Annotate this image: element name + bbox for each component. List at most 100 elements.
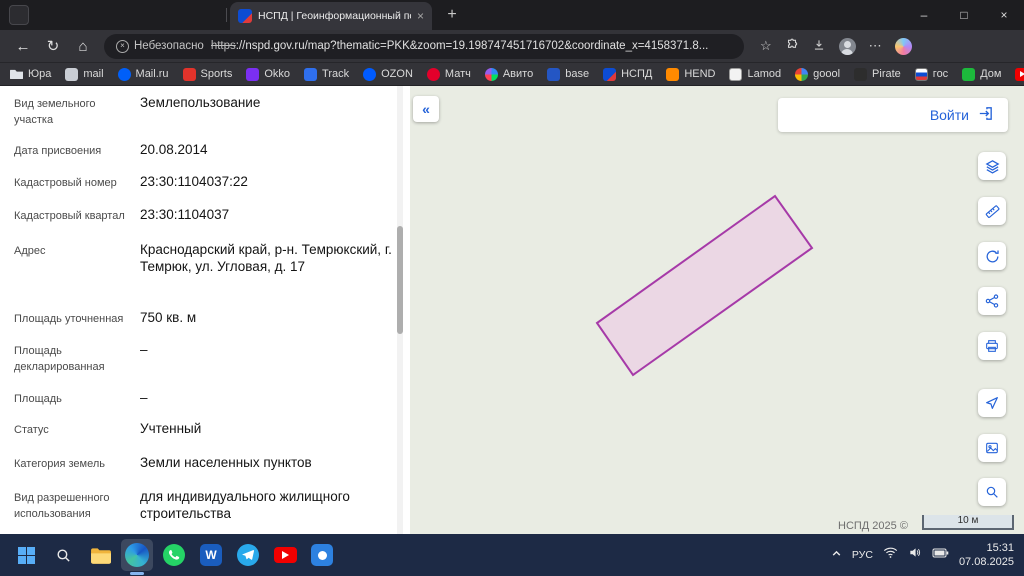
downloads-icon[interactable] xyxy=(812,38,826,55)
ruler-button[interactable] xyxy=(978,197,1006,225)
youtube-app-button[interactable] xyxy=(269,539,301,571)
parcel-layer xyxy=(410,86,1024,534)
new-tab-button[interactable]: + xyxy=(438,0,466,30)
share-button[interactable] xyxy=(978,287,1006,315)
network-icon[interactable] xyxy=(883,546,898,564)
refresh-icon[interactable]: ↻ xyxy=(40,33,66,59)
clock-time: 15:31 xyxy=(986,541,1014,555)
bookmark-favicon xyxy=(427,68,440,81)
taskbar-search-button[interactable] xyxy=(47,539,79,571)
bookmark-favicon xyxy=(1015,68,1024,81)
maximize-button[interactable]: □ xyxy=(944,0,984,30)
row-value: – xyxy=(140,389,392,406)
login-icon xyxy=(977,105,994,125)
bookmark-label: Sports xyxy=(201,68,233,80)
blue-app-button[interactable] xyxy=(306,539,338,571)
whatsapp-icon xyxy=(162,543,186,567)
bookmark-item[interactable]: Авито xyxy=(485,68,533,81)
address-bar[interactable]: × Небезопасно https://nspd.gov.ru/map?th… xyxy=(104,34,744,59)
bookmark-item[interactable]: Lamod xyxy=(729,68,781,81)
home-icon[interactable]: ⌂ xyxy=(70,33,96,59)
bookmark-label: mail xyxy=(83,68,103,80)
bookmark-item[interactable]: OZON xyxy=(363,68,413,81)
battery-icon[interactable] xyxy=(932,546,949,564)
blue-app-icon xyxy=(311,544,333,566)
more-menu-icon[interactable]: ⋯ xyxy=(869,38,882,54)
bookmark-label: Юра xyxy=(28,68,51,80)
windows-icon xyxy=(18,547,35,564)
bookmark-item[interactable]: Юра xyxy=(10,68,51,81)
tab-close-icon[interactable]: × xyxy=(417,9,424,23)
panel-scrollbar-thumb[interactable] xyxy=(397,226,403,334)
bookmark-item[interactable]: Okko xyxy=(246,68,290,81)
url-text: https://nspd.gov.ru/map?thematic=PKK&zoo… xyxy=(211,40,709,52)
site-security-badge[interactable]: × Небезопасно xyxy=(116,40,204,53)
basemap-button[interactable] xyxy=(978,434,1006,462)
bookmark-item[interactable]: Track xyxy=(304,68,349,81)
tab-actions-icon[interactable] xyxy=(9,5,29,25)
map-scale-bar: 10 м xyxy=(922,515,1014,530)
back-icon[interactable]: ← xyxy=(10,33,36,59)
url-rest: ://nspd.gov.ru/map?thematic=PKK&zoom=19.… xyxy=(236,40,709,52)
bookmark-favicon xyxy=(246,68,259,81)
close-button[interactable]: × xyxy=(984,0,1024,30)
row-label: Площадь уточненная xyxy=(14,312,128,328)
area-search-button[interactable] xyxy=(978,478,1006,506)
extensions-icon[interactable] xyxy=(785,38,799,55)
bookmark-item[interactable]: base xyxy=(547,68,589,81)
print-button[interactable] xyxy=(978,332,1006,360)
row-label: Площадь xyxy=(14,392,128,408)
profile-avatar[interactable] xyxy=(839,38,856,55)
window-controls: – □ × xyxy=(904,0,1024,30)
taskbar-clock[interactable]: 15:31 07.08.2025 xyxy=(959,541,1014,570)
volume-icon[interactable] xyxy=(908,546,922,564)
row-value: Земли населенных пунктов xyxy=(140,454,392,471)
bookmark-item[interactable]: mail xyxy=(65,68,103,81)
bookmark-item[interactable]: You xyxy=(1015,68,1024,81)
bookmark-item[interactable]: Дом xyxy=(962,68,1001,81)
row-label: Вид земельного участка xyxy=(14,97,128,129)
folder-icon xyxy=(90,547,111,564)
row-label: Вид разрешенного использования xyxy=(14,491,128,523)
bookmark-item[interactable]: Матч xyxy=(427,68,471,81)
row-value: для индивидуального жилищного строительс… xyxy=(140,488,392,523)
bookmark-item[interactable]: Pirate xyxy=(854,68,901,81)
bookmark-favicon xyxy=(547,68,560,81)
row-label: Кадастровый квартал xyxy=(14,209,128,225)
taskbar-apps: W xyxy=(10,539,338,571)
bookmark-item[interactable]: гос xyxy=(915,68,948,81)
telegram-app-button[interactable] xyxy=(232,539,264,571)
word-app-button[interactable]: W xyxy=(195,539,227,571)
browser-tab-nspd-active[interactable]: НСПД | Геоинформационный по… × xyxy=(230,2,432,30)
bookmark-favicon xyxy=(183,68,196,81)
bookmark-favicon xyxy=(915,68,928,81)
search-objects-button[interactable] xyxy=(978,242,1006,270)
locate-button[interactable] xyxy=(978,389,1006,417)
favorites-icon[interactable]: ☆ xyxy=(760,38,772,54)
system-tray: РУС 15:31 07.08.2025 xyxy=(831,541,1014,570)
telegram-icon xyxy=(236,543,260,567)
whatsapp-app-button[interactable] xyxy=(158,539,190,571)
bookmark-label: HEND xyxy=(684,68,715,80)
start-button[interactable] xyxy=(10,539,42,571)
file-explorer-button[interactable] xyxy=(84,539,116,571)
hidden-icons-chevron[interactable] xyxy=(831,546,842,564)
collapse-panel-button[interactable]: « xyxy=(413,96,439,122)
bookmark-item[interactable]: НСПД xyxy=(603,68,652,81)
login-label: Войти xyxy=(930,107,969,123)
edge-app-button[interactable] xyxy=(121,539,153,571)
layers-button[interactable] xyxy=(978,152,1006,180)
layers-icon xyxy=(984,158,1001,175)
login-button[interactable]: Войти xyxy=(778,98,1008,132)
bookmark-item[interactable]: HEND xyxy=(666,68,715,81)
bookmark-item[interactable]: goool xyxy=(795,68,840,81)
bookmark-label: Mail.ru xyxy=(136,68,169,80)
minimize-button[interactable]: – xyxy=(904,0,944,30)
bookmark-item[interactable]: Sports xyxy=(183,68,233,81)
map-canvas[interactable]: « Войти НСПД 2025 xyxy=(410,86,1024,534)
bookmark-item[interactable]: Mail.ru xyxy=(118,68,169,81)
copilot-icon[interactable] xyxy=(895,38,912,55)
parcel-polygon[interactable] xyxy=(597,196,812,375)
language-indicator[interactable]: РУС xyxy=(852,549,873,561)
parcel-info-panel[interactable]: Вид земельного участка Землепользование … xyxy=(0,86,410,534)
